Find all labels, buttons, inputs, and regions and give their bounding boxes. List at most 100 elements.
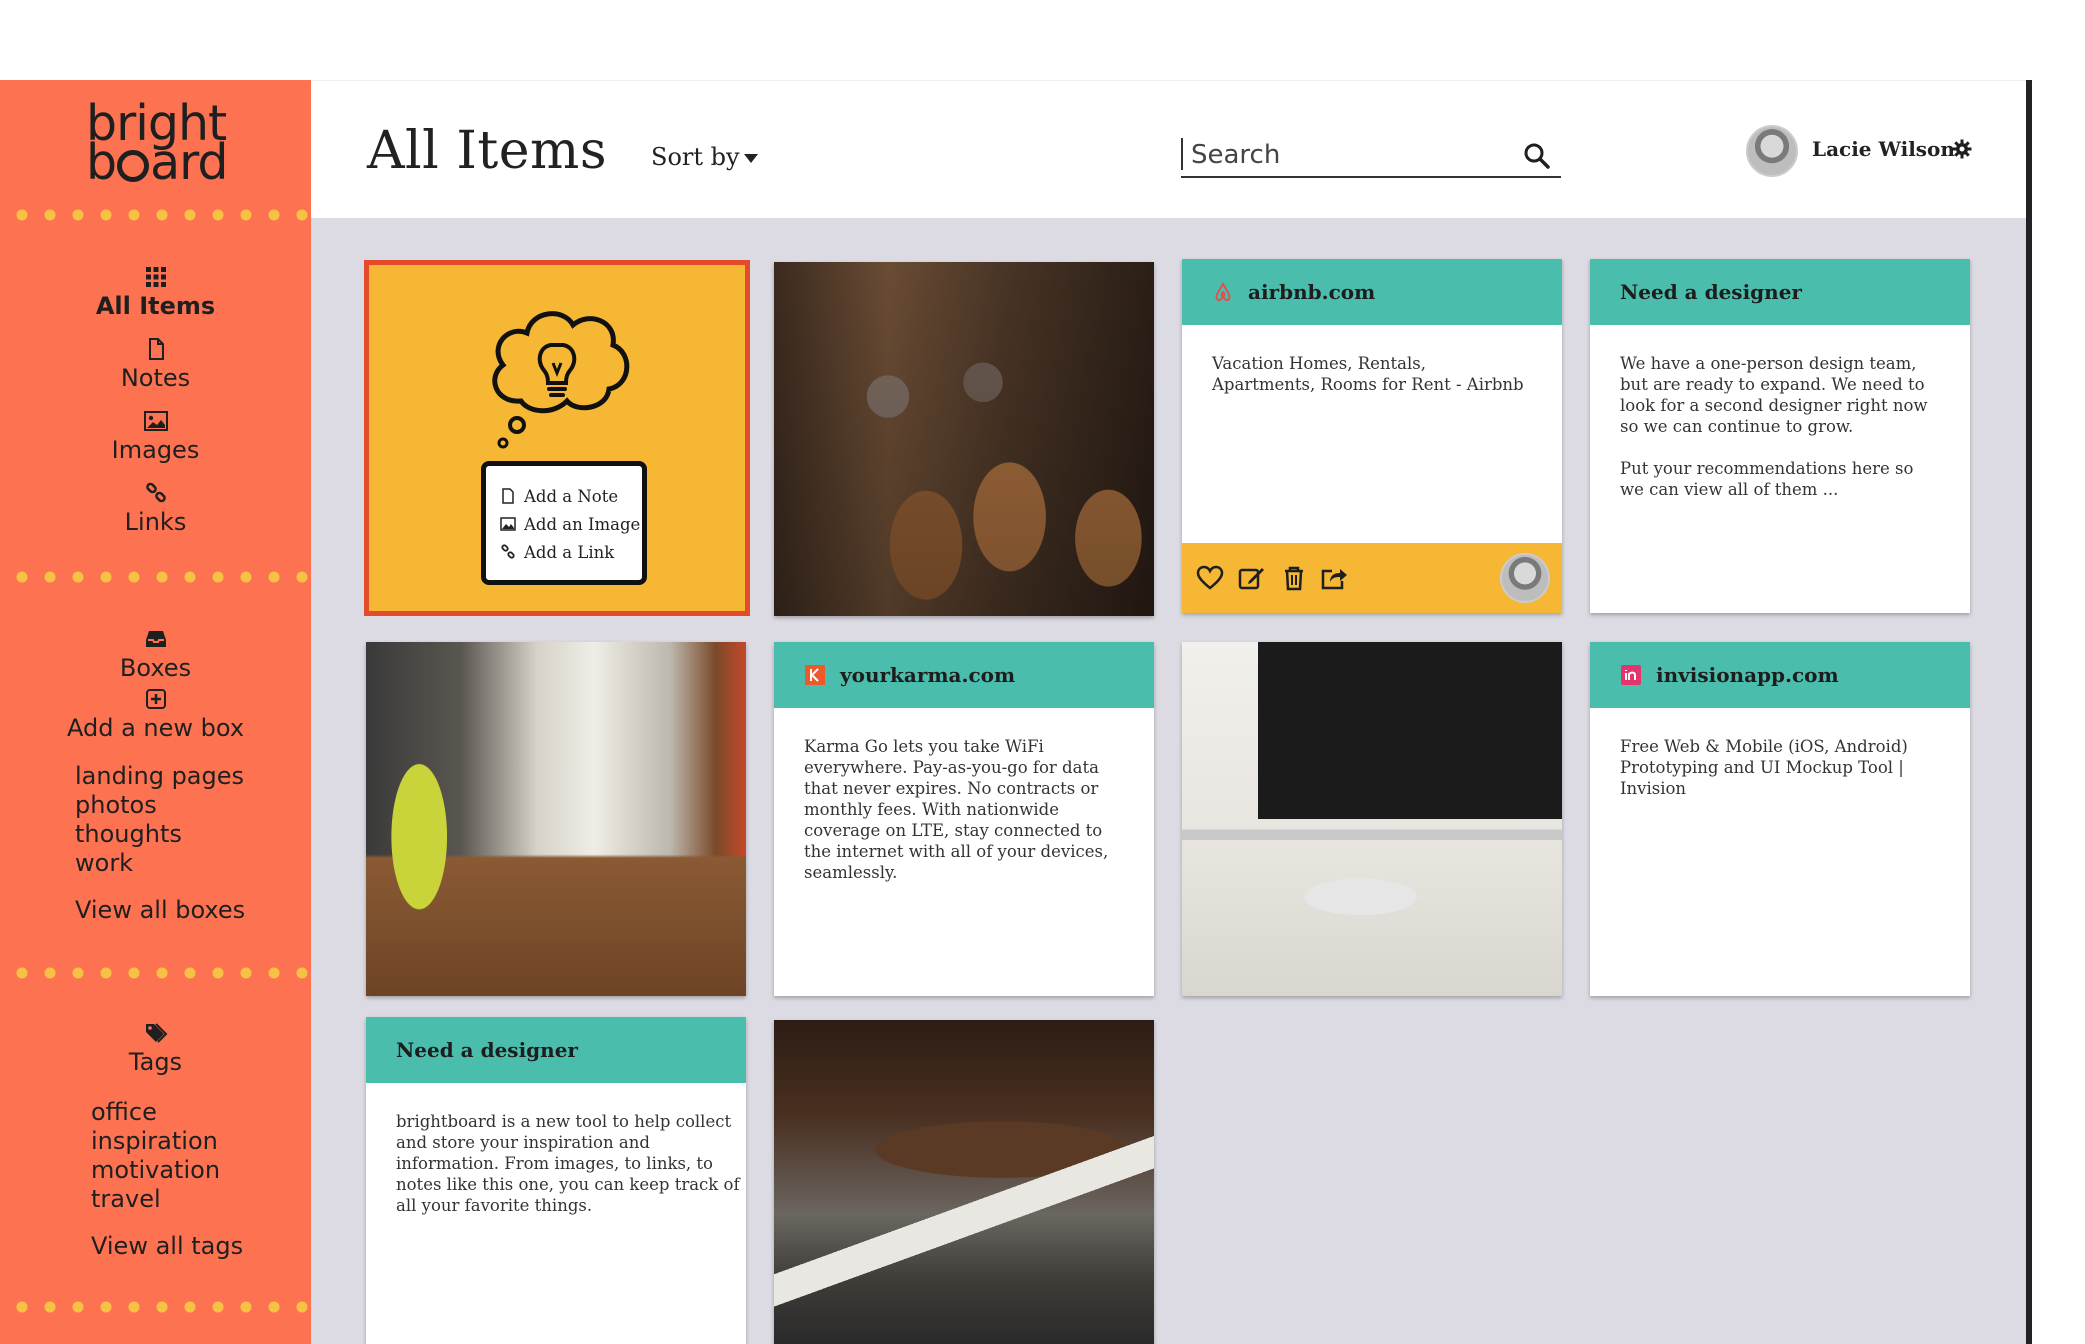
- add-new-box[interactable]: Add a new box: [0, 688, 311, 742]
- card-body: Free Web & Mobile (iOS, Android) Prototy…: [1590, 708, 1970, 799]
- share-icon[interactable]: [1320, 565, 1348, 591]
- logo-line-2: b ard: [86, 138, 246, 187]
- card-site-name: invisionapp.com: [1656, 663, 1839, 687]
- user-name: Lacie Wilson: [1812, 137, 1955, 161]
- lightbulb-thought-icon: [492, 311, 630, 449]
- add-item-menu: Add a Note Add an Image Add a Link: [481, 461, 647, 585]
- nav-label: Add a new box: [66, 714, 245, 742]
- box-item[interactable]: work: [75, 849, 244, 878]
- nav-boxes[interactable]: Boxes: [0, 628, 311, 682]
- add-image-label: Add an Image: [524, 514, 641, 534]
- card-body: brightboard is a new tool to help collec…: [366, 1083, 746, 1216]
- nav-label: Links: [124, 508, 187, 536]
- tag-item[interactable]: inspiration: [91, 1127, 220, 1156]
- divider-dots: [8, 208, 308, 222]
- box-item[interactable]: landing pages: [75, 762, 244, 791]
- sidebar: bright b ard All Items Notes Images Links…: [0, 80, 311, 1344]
- card-text: Karma Go lets you take WiFi everywhere. …: [804, 737, 1109, 882]
- tag-item[interactable]: office: [91, 1098, 220, 1127]
- nav-all-items[interactable]: All Items: [0, 266, 311, 320]
- user-menu[interactable]: Lacie Wilson: [1746, 125, 1986, 179]
- nav-label: All Items: [95, 292, 216, 320]
- nav-notes[interactable]: Notes: [0, 338, 311, 392]
- card-header: airbnb.com: [1182, 259, 1562, 325]
- add-image-option[interactable]: Add an Image: [500, 510, 642, 538]
- card-header: Need a designer: [1590, 259, 1970, 325]
- view-all-tags-link[interactable]: View all tags: [91, 1232, 243, 1260]
- card-text: Vacation Homes, Rentals, Apartments, Roo…: [1212, 354, 1524, 394]
- card-header: Need a designer: [366, 1017, 746, 1083]
- card-text: We have a one-person design team, but ar…: [1620, 354, 1928, 436]
- divider-dots: [8, 966, 308, 980]
- tags-icon: [145, 1023, 167, 1043]
- tag-item[interactable]: motivation: [91, 1156, 220, 1185]
- box-item[interactable]: photos: [75, 791, 244, 820]
- card-owner-avatar[interactable]: [1500, 553, 1550, 603]
- card-action-bar: [1182, 543, 1562, 613]
- card-title: Need a designer: [396, 1038, 578, 1062]
- link-icon: [145, 482, 166, 503]
- image-icon: [143, 411, 168, 431]
- divider-dots: [8, 570, 308, 584]
- add-link-option[interactable]: Add a Link: [500, 538, 642, 566]
- image-icon: [500, 517, 516, 531]
- window-edge: [2026, 80, 2032, 1344]
- add-note-option[interactable]: Add a Note: [500, 482, 642, 510]
- caret-down-icon: [743, 154, 758, 163]
- search-cursor-bar: [1181, 138, 1183, 170]
- card-text: Put your recommendations here so we can …: [1620, 459, 1914, 499]
- heart-icon[interactable]: [1196, 565, 1224, 591]
- view-all-boxes-link[interactable]: View all boxes: [75, 896, 245, 924]
- tag-item[interactable]: travel: [91, 1185, 220, 1214]
- brightboard-logo[interactable]: bright b ard: [86, 99, 246, 187]
- link-card-airbnb[interactable]: airbnb.com Vacation Homes, Rentals, Apar…: [1182, 259, 1562, 613]
- link-card-invision[interactable]: invisionapp.com Free Web & Mobile (iOS, …: [1590, 642, 1970, 996]
- note-icon: [502, 488, 514, 504]
- add-link-label: Add a Link: [524, 542, 615, 562]
- page-title: All Items: [367, 121, 608, 181]
- note-card-need-designer[interactable]: Need a designer We have a one-person des…: [1590, 259, 1970, 613]
- note-card-brightboard[interactable]: Need a designer brightboard is a new too…: [366, 1017, 746, 1344]
- add-item-card[interactable]: Add a Note Add an Image Add a Link: [364, 260, 750, 616]
- office-photo[interactable]: [366, 642, 746, 996]
- grid-icon: [145, 267, 166, 287]
- card-site-name: yourkarma.com: [840, 663, 1016, 687]
- trash-icon[interactable]: [1280, 565, 1308, 591]
- nav-label: Tags: [128, 1048, 183, 1076]
- search-icon[interactable]: [1523, 142, 1551, 170]
- sort-by-label: Sort by: [651, 143, 740, 171]
- box-item[interactable]: thoughts: [75, 820, 244, 849]
- inbox-icon: [145, 631, 166, 647]
- logo-o-icon: [117, 150, 150, 182]
- airbnb-icon: [1215, 282, 1231, 302]
- bar-photo[interactable]: [774, 262, 1154, 616]
- link-card-yourkarma[interactable]: yourkarma.com Karma Go lets you take WiF…: [774, 642, 1154, 996]
- card-body: Vacation Homes, Rentals, Apartments, Roo…: [1182, 325, 1562, 395]
- nav-label: Notes: [120, 364, 191, 392]
- logo-b: b: [86, 134, 117, 191]
- nav-images[interactable]: Images: [0, 410, 311, 464]
- search-box: [1181, 136, 1561, 178]
- card-header: invisionapp.com: [1590, 642, 1970, 708]
- gear-icon[interactable]: [1952, 139, 1972, 159]
- link-icon: [501, 544, 515, 559]
- note-icon: [148, 338, 164, 360]
- user-avatar[interactable]: [1746, 125, 1798, 177]
- open-office-photo[interactable]: [774, 1020, 1154, 1344]
- card-body: We have a one-person design team, but ar…: [1590, 325, 1970, 500]
- sort-by-dropdown[interactable]: Sort by: [651, 143, 758, 171]
- edit-icon[interactable]: [1238, 565, 1266, 591]
- card-text: brightboard is a new tool to help collec…: [396, 1112, 740, 1215]
- divider-dots: [8, 1300, 308, 1314]
- add-note-label: Add a Note: [524, 486, 619, 506]
- search-input[interactable]: [1191, 138, 1511, 172]
- tags-list: office inspiration motivation travel: [91, 1098, 220, 1214]
- card-header: yourkarma.com: [774, 642, 1154, 708]
- nav-label: Images: [111, 436, 200, 464]
- boxes-list: landing pages photos thoughts work: [75, 762, 244, 878]
- nav-tags[interactable]: Tags: [0, 1022, 311, 1076]
- nav-links[interactable]: Links: [0, 482, 311, 536]
- card-body: Karma Go lets you take WiFi everywhere. …: [774, 708, 1154, 883]
- desk-photo[interactable]: [1182, 642, 1562, 996]
- logo-ard: ard: [150, 134, 228, 191]
